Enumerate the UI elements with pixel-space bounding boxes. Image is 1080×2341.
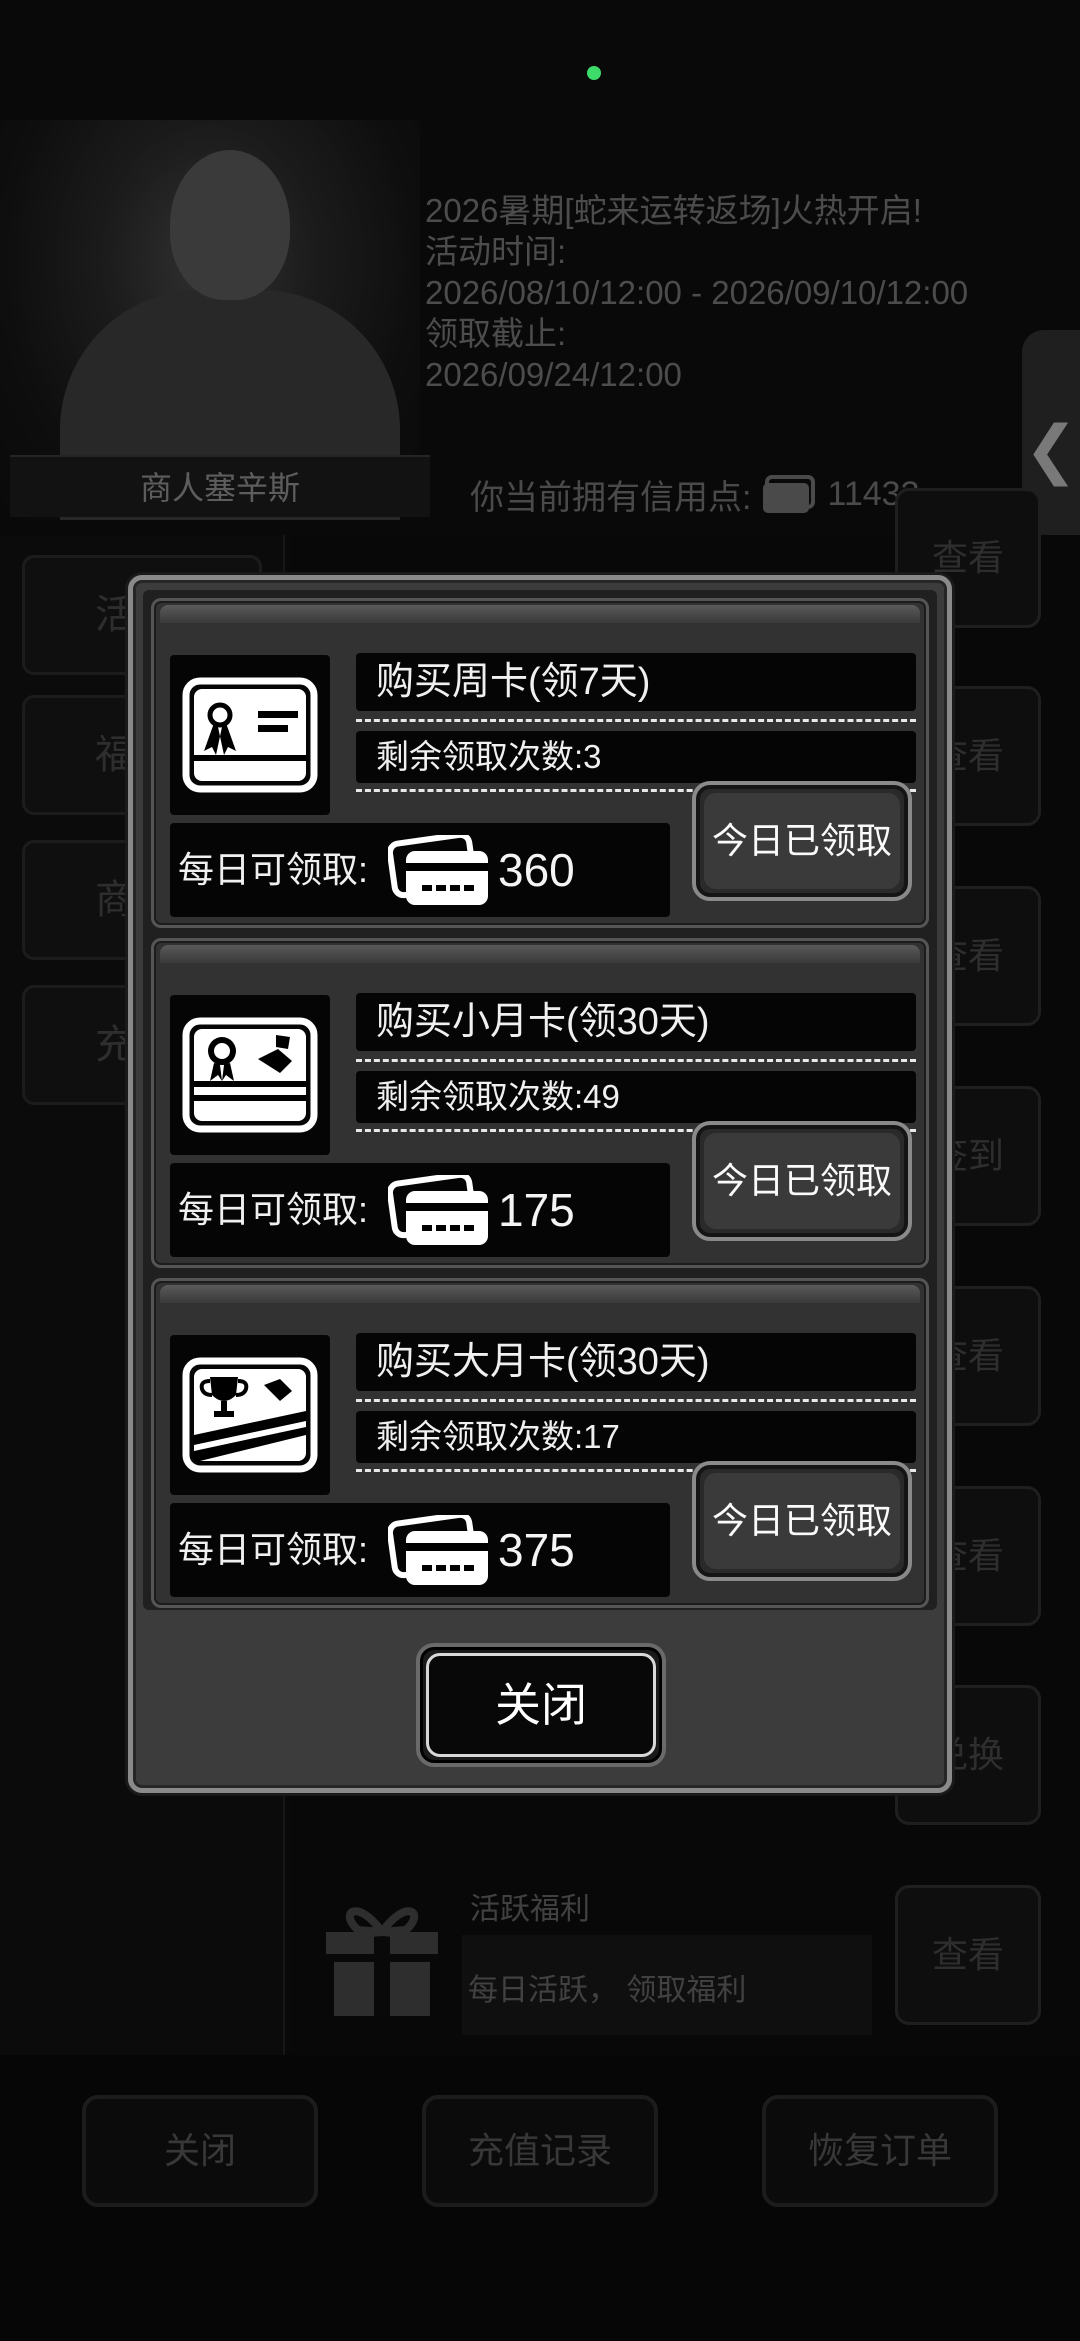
- daily-reward-value: 375: [498, 1524, 575, 1576]
- status-indicator-dot: [587, 66, 601, 80]
- divider: [356, 719, 916, 722]
- dialog-close-button[interactable]: 关闭: [416, 1643, 666, 1767]
- card-item-big-month: 购买大月卡(领30天) 剩余领取次数:17 每日可领取: 375 今日已领取: [151, 1278, 929, 1608]
- card-icon-frame: [170, 655, 330, 815]
- daily-reward-label: 每日可领取:: [178, 1529, 369, 1570]
- card-list: 购买周卡(领7天) 剩余领取次数:3 每日可领取: 360 今日已领取 购买小月…: [143, 590, 937, 1610]
- daily-reward-label: 每日可领取:: [178, 849, 369, 890]
- daily-reward-box: 每日可领取: 360: [170, 823, 670, 917]
- daily-reward-value: 360: [498, 844, 575, 896]
- daily-reward-box: 每日可领取: 175: [170, 1163, 670, 1257]
- small-month-card-medal-icon: [182, 1017, 318, 1133]
- claimed-today-button[interactable]: 今日已领取: [692, 1121, 912, 1241]
- monthly-card-dialog: 购买周卡(领7天) 剩余领取次数:3 每日可领取: 360 今日已领取 购买小月…: [128, 575, 952, 1793]
- credit-card-icon: [388, 1515, 488, 1585]
- daily-reward-value: 175: [498, 1184, 575, 1236]
- divider: [356, 1059, 916, 1062]
- remaining-claims: 剩余领取次数:17: [356, 1411, 916, 1463]
- claimed-today-button[interactable]: 今日已领取: [692, 1461, 912, 1581]
- claimed-today-label: 今日已领取: [704, 793, 900, 889]
- dialog-close-label: 关闭: [426, 1653, 656, 1757]
- credit-card-icon: [388, 1175, 488, 1245]
- weekly-card-ribbon-icon: [182, 677, 318, 793]
- card-icon-frame: [170, 995, 330, 1155]
- card-title: 购买小月卡(领30天): [356, 993, 916, 1051]
- card-item-weekly: 购买周卡(领7天) 剩余领取次数:3 每日可领取: 360 今日已领取: [151, 598, 929, 928]
- claimed-today-button[interactable]: 今日已领取: [692, 781, 912, 901]
- daily-reward-label: 每日可领取:: [178, 1189, 369, 1230]
- claimed-today-label: 今日已领取: [704, 1133, 900, 1229]
- daily-reward-box: 每日可领取: 375: [170, 1503, 670, 1597]
- big-month-card-trophy-icon: [182, 1357, 318, 1473]
- card-title: 购买周卡(领7天): [356, 653, 916, 711]
- card-title: 购买大月卡(领30天): [356, 1333, 916, 1391]
- credit-card-icon: [388, 835, 488, 905]
- card-item-small-month: 购买小月卡(领30天) 剩余领取次数:49 每日可领取: 175 今日已领取: [151, 938, 929, 1268]
- card-icon-frame: [170, 1335, 330, 1495]
- divider: [356, 1399, 916, 1402]
- remaining-claims: 剩余领取次数:3: [356, 731, 916, 783]
- claimed-today-label: 今日已领取: [704, 1473, 900, 1569]
- remaining-claims: 剩余领取次数:49: [356, 1071, 916, 1123]
